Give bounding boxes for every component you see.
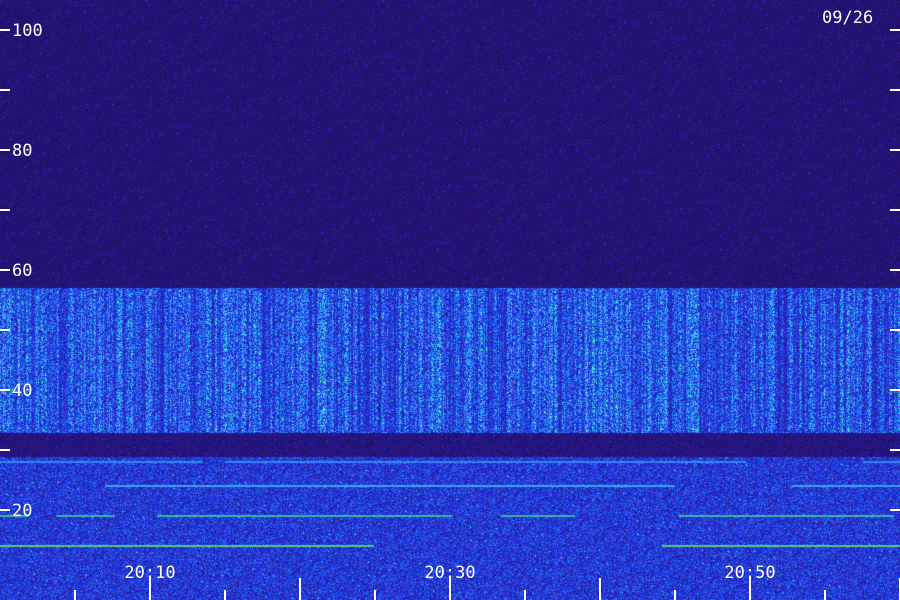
y-minor-tick-right-90 (890, 89, 900, 91)
y-tick-label-80: 80 (12, 141, 32, 161)
y-axis: 20 40 60 80 100 (0, 21, 900, 521)
y-minor-tick-left-90 (0, 89, 10, 91)
x-minor-tick-5 (74, 590, 76, 600)
y-tick-left-60 (0, 269, 10, 271)
y-minor-tick-left-30 (0, 449, 10, 451)
x-tick-label-2030: 20:30 (424, 563, 475, 583)
y-minor-tick-right-30 (890, 449, 900, 451)
y-tick-right-20 (890, 509, 900, 511)
x-tick-label-2010: 20:10 (124, 563, 175, 583)
y-tick-label-60: 60 (12, 261, 32, 281)
y-tick-right-40 (890, 389, 900, 391)
y-minor-tick-right-70 (890, 209, 900, 211)
y-tick-label-100: 100 (12, 21, 43, 41)
x-minor-tick-35 (524, 590, 526, 600)
y-tick-right-80 (890, 149, 900, 151)
x-minor-tick-15 (224, 590, 226, 600)
y-tick-left-80 (0, 149, 10, 151)
x-minor-tick-55 (824, 590, 826, 600)
y-tick-label-40: 40 (12, 381, 32, 401)
x-major-tick-2020 (299, 578, 301, 600)
x-minor-tick-45 (674, 590, 676, 600)
y-minor-tick-left-50 (0, 329, 10, 331)
y-minor-tick-left-70 (0, 209, 10, 211)
y-tick-left-40 (0, 389, 10, 391)
spectrogram-chart: 09/26 20 40 60 80 100 20:10 20:30 20:50 (0, 0, 900, 600)
y-tick-right-60 (890, 269, 900, 271)
y-tick-label-20: 20 (12, 501, 32, 521)
y-minor-tick-right-50 (890, 329, 900, 331)
y-tick-right-100 (890, 29, 900, 31)
x-minor-tick-25 (374, 590, 376, 600)
x-axis: 20:10 20:30 20:50 (74, 563, 900, 600)
y-tick-left-20 (0, 509, 10, 511)
axes-overlay: 09/26 20 40 60 80 100 20:10 20:30 20:50 (0, 8, 900, 600)
x-tick-label-2050: 20:50 (724, 563, 775, 583)
date-label: 09/26 (822, 8, 873, 28)
x-major-tick-2040 (599, 578, 601, 600)
y-tick-left-100 (0, 29, 10, 31)
